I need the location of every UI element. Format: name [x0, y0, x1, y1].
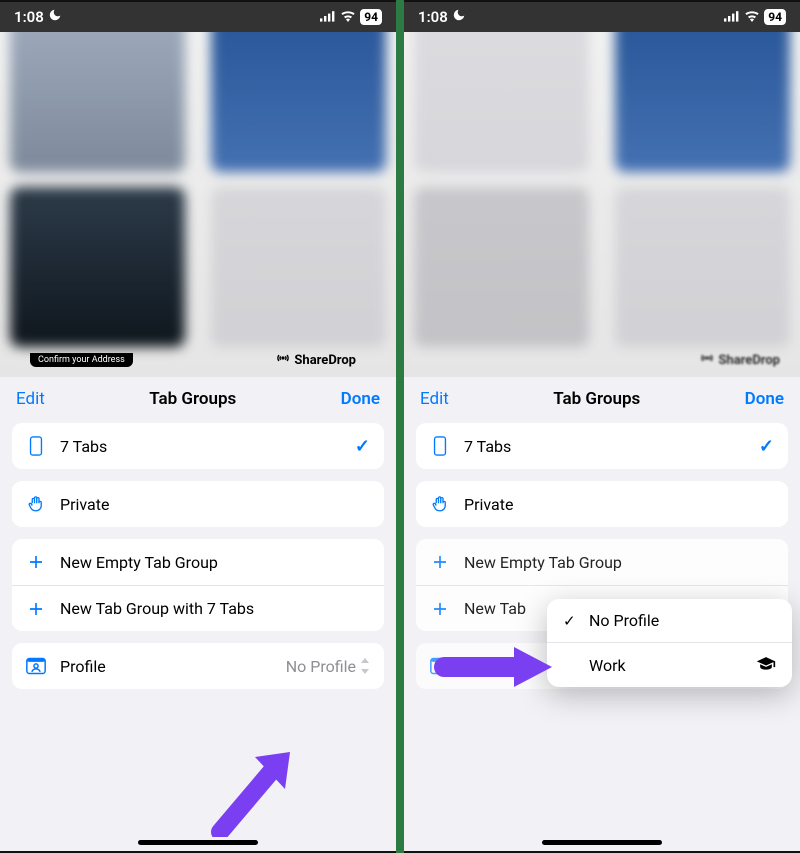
- done-button[interactable]: Done: [745, 389, 784, 409]
- broadcast-icon: [275, 351, 291, 369]
- sheet-header: Edit Tab Groups Done: [0, 377, 396, 417]
- profile-row[interactable]: Profile No Profile: [12, 643, 384, 689]
- battery-icon: 94: [764, 9, 786, 25]
- profile-value: No Profile: [286, 657, 370, 676]
- moon-icon: [452, 8, 466, 26]
- sharedrop-label: ShareDrop: [275, 351, 356, 369]
- profile-icon: [26, 657, 46, 675]
- left-phone: 1:08 94 Confirm your Address ShareDrop: [0, 2, 396, 851]
- home-indicator: [138, 840, 258, 845]
- tabs-row[interactable]: 7 Tabs ✓: [12, 423, 384, 469]
- profile-label: Profile: [60, 657, 272, 676]
- battery-icon: 94: [360, 9, 382, 25]
- new-empty-group-row[interactable]: New Empty Tab Group: [12, 539, 384, 585]
- private-section: Private: [416, 481, 788, 527]
- status-bar: 1:08 94: [404, 2, 800, 32]
- checkmark-icon: ✓: [759, 436, 774, 457]
- chevron-updown-icon: [360, 658, 370, 674]
- tabs-row[interactable]: 7 Tabs ✓: [416, 423, 788, 469]
- plus-icon: [430, 600, 450, 618]
- tab-overview-background: Confirm your Address ShareDrop: [0, 2, 396, 377]
- popup-work-label: Work: [589, 656, 746, 675]
- graduation-cap-icon: [756, 655, 776, 675]
- status-bar: 1:08 94: [0, 2, 396, 32]
- new-group-section: New Empty Tab Group New Tab Group with 7…: [12, 539, 384, 631]
- right-phone: 1:08 94 ShareDrop Edit: [404, 2, 800, 851]
- popup-work-row[interactable]: Work: [547, 642, 792, 687]
- checkmark-icon: ✓: [355, 436, 370, 457]
- edit-button[interactable]: Edit: [16, 389, 45, 409]
- new-empty-label: New Empty Tab Group: [60, 553, 370, 572]
- wifi-icon: [744, 8, 760, 26]
- popup-no-profile-row[interactable]: ✓ No Profile: [547, 599, 792, 642]
- status-time: 1:08: [14, 8, 44, 26]
- popup-no-profile-label: No Profile: [589, 611, 776, 630]
- plus-icon: [26, 600, 46, 618]
- home-indicator: [542, 840, 662, 845]
- new-empty-group-row[interactable]: New Empty Tab Group: [416, 539, 788, 585]
- private-section: Private: [12, 481, 384, 527]
- new-empty-label: New Empty Tab Group: [464, 553, 774, 572]
- phone-icon: [26, 436, 46, 456]
- sheet-header: Edit Tab Groups Done: [404, 377, 800, 417]
- annotation-arrow: [434, 642, 554, 692]
- tab-overview-background: ShareDrop: [404, 2, 800, 377]
- sheet-title: Tab Groups: [149, 389, 236, 409]
- profile-section: Profile No Profile: [12, 643, 384, 689]
- phone-icon: [430, 436, 450, 456]
- edit-button[interactable]: Edit: [420, 389, 449, 409]
- hand-icon: [430, 494, 450, 514]
- broadcast-icon: [699, 351, 715, 369]
- private-label: Private: [60, 495, 370, 514]
- private-label: Private: [464, 495, 774, 514]
- sheet-title: Tab Groups: [553, 389, 640, 409]
- private-row[interactable]: Private: [12, 481, 384, 527]
- annotation-arrow: [200, 747, 300, 837]
- private-row[interactable]: Private: [416, 481, 788, 527]
- plus-icon: [26, 553, 46, 571]
- plus-icon: [430, 553, 450, 571]
- moon-icon: [48, 8, 62, 26]
- tabs-label: 7 Tabs: [464, 437, 745, 456]
- tabs-label: 7 Tabs: [60, 437, 341, 456]
- checkmark-icon: ✓: [563, 612, 579, 630]
- wifi-icon: [340, 8, 356, 26]
- tabs-section: 7 Tabs ✓: [12, 423, 384, 469]
- status-time: 1:08: [418, 8, 448, 26]
- new-group-with-tabs-row[interactable]: New Tab Group with 7 Tabs: [12, 585, 384, 631]
- done-button[interactable]: Done: [341, 389, 380, 409]
- signal-icon: [724, 8, 740, 26]
- tabs-section: 7 Tabs ✓: [416, 423, 788, 469]
- tab-groups-sheet: Edit Tab Groups Done 7 Tabs ✓ Private: [0, 377, 396, 851]
- signal-icon: [320, 8, 336, 26]
- tab-thumbnail-label: Confirm your Address: [30, 353, 133, 367]
- sharedrop-label: ShareDrop: [699, 351, 780, 369]
- profile-popup: ✓ No Profile Work: [547, 599, 792, 687]
- hand-icon: [26, 494, 46, 514]
- new-with-tabs-label: New Tab Group with 7 Tabs: [60, 599, 370, 618]
